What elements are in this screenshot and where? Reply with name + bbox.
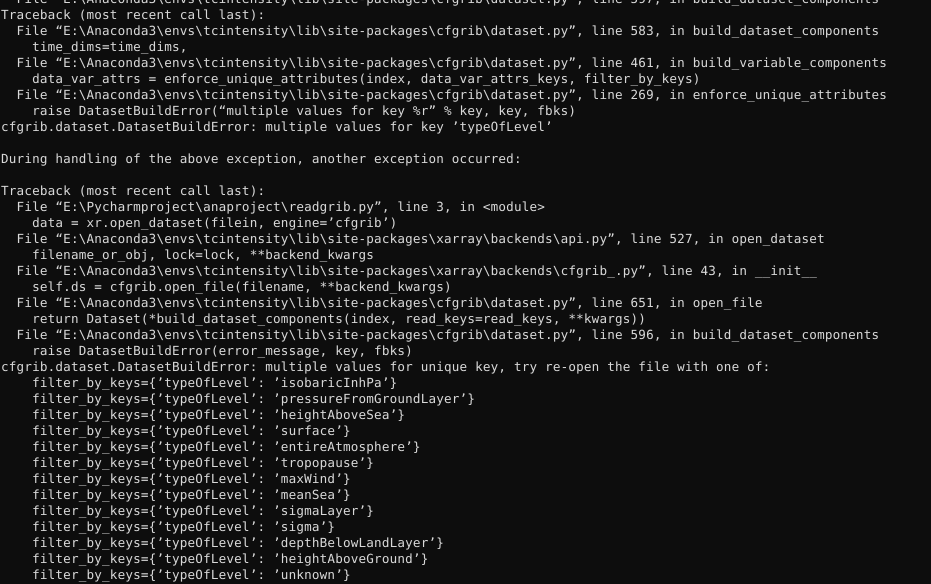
terminal-window[interactable]: File “E:\Anaconda3\envs\tcintensity\lib\… xyxy=(0,0,931,584)
console-output-text: File “E:\Anaconda3\envs\tcintensity\lib\… xyxy=(1,0,888,582)
